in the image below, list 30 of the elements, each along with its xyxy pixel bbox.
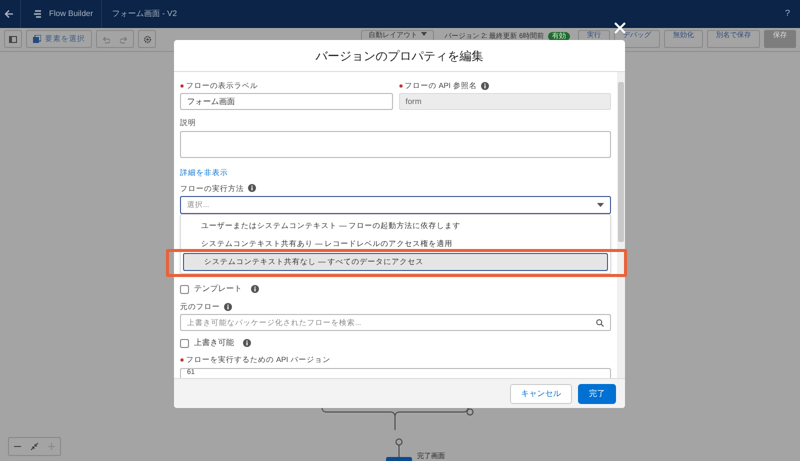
back-arrow-icon[interactable] [4,9,14,19]
description-textarea[interactable] [180,130,611,158]
app-title: Flow Builder [49,8,94,20]
caret-icon [421,32,428,36]
checkbox-label: テンプレート [194,283,242,295]
caret-icon [597,203,604,207]
search-icon [596,318,604,327]
close-icon[interactable] [614,22,626,34]
settings-icon [142,34,152,44]
help-button[interactable]: ? [784,7,790,21]
flow-name: フォーム画面 - V2 [112,8,177,20]
checkbox[interactable] [180,284,189,294]
info-icon [248,184,256,192]
info-icon [224,302,232,311]
info-icon [243,339,251,348]
checkbox[interactable] [180,338,189,348]
label-input[interactable]: フォーム画面 [180,93,392,110]
checkbox-label: 上書き可能 [194,337,234,350]
modal-title: バージョンのプロパティを編集 [316,48,484,64]
scrollbar[interactable] [617,72,625,378]
done-button[interactable]: 完了 [578,384,616,404]
info-icon [480,82,489,90]
select-icon [33,35,41,43]
flow-logo-icon [33,9,43,19]
cancel-button[interactable]: キャンセル [510,384,572,404]
panel-icon [9,36,17,42]
info-icon [251,285,259,293]
fit-view-icon[interactable] [30,442,39,451]
panel-toggle-button[interactable] [4,30,22,48]
settings-button[interactable] [138,30,156,48]
